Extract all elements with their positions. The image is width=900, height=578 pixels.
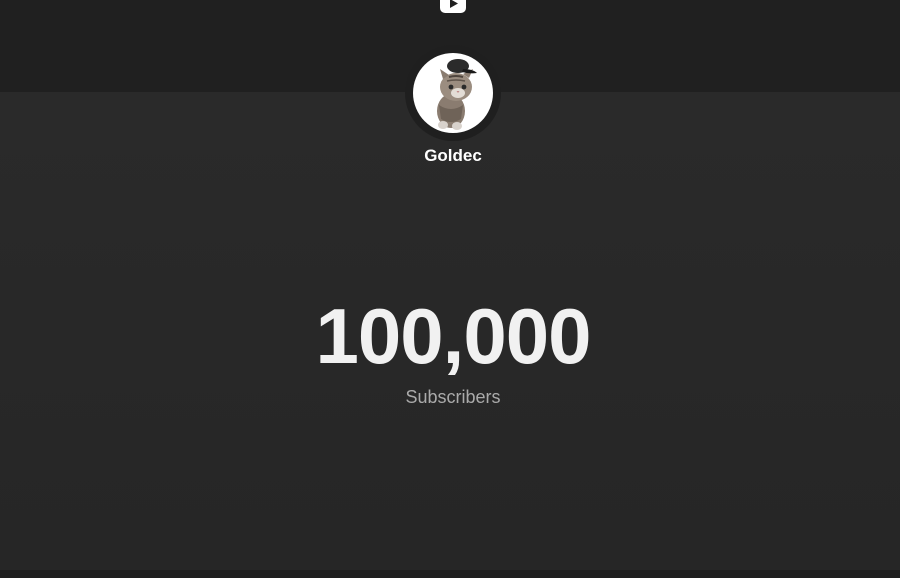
cat-with-cap-avatar-icon <box>437 59 477 130</box>
youtube-play-icon <box>440 0 466 13</box>
subscriber-count: 100,000 <box>315 292 592 380</box>
bottom-strip <box>0 570 900 578</box>
channel-name[interactable]: Goldec <box>0 146 900 166</box>
channel-avatar[interactable] <box>413 53 493 133</box>
subscriber-counter-page: Goldec 100,000 Subscribers <box>0 0 900 578</box>
subscriber-label: Subscribers <box>405 387 501 407</box>
